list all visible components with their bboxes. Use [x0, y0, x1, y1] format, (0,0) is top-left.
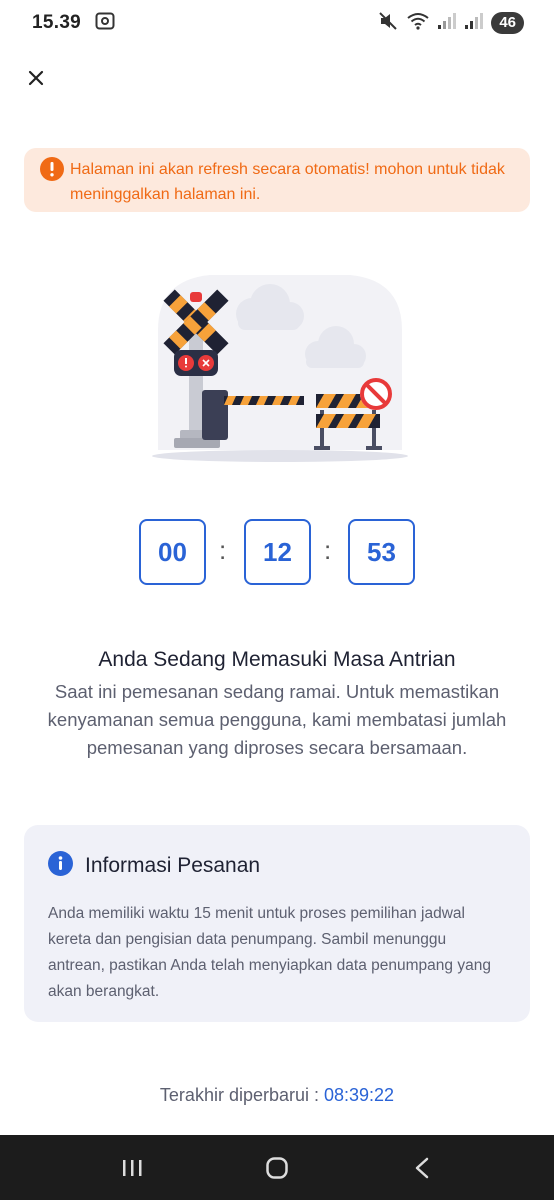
queue-countdown: 00 : 12 : 53 [0, 519, 554, 585]
screenshot-icon [95, 12, 115, 35]
recent-apps-button[interactable] [112, 1148, 152, 1188]
info-title: Informasi Pesanan [85, 854, 261, 877]
system-nav-bar [0, 1135, 554, 1200]
status-time: 15.39 [32, 12, 82, 33]
signal-icon [437, 12, 457, 35]
back-button[interactable] [402, 1148, 442, 1188]
last-updated-label: Terakhir diperbarui : [159, 1085, 324, 1105]
auto-refresh-alert: Halaman ini akan refresh secara otomatis… [24, 148, 530, 212]
info-icon [48, 851, 73, 881]
info-body: Anda memiliki waktu 15 menit untuk prose… [48, 905, 491, 1000]
railway-crossing-illustration [140, 270, 420, 470]
status-bar: 15.39 46 [0, 0, 554, 46]
timer-minutes: 12 [244, 519, 311, 585]
signal-icon-2 [464, 12, 484, 35]
order-info-card: Informasi Pesanan Anda memiliki waktu 15… [24, 825, 530, 1022]
last-updated: Terakhir diperbarui : 08:39:22 [0, 1085, 554, 1106]
close-icon [28, 70, 44, 86]
timer-separator: : [324, 535, 332, 565]
back-icon [415, 1157, 428, 1178]
home-button[interactable] [257, 1148, 297, 1188]
alert-icon [40, 157, 64, 181]
timer-hours: 00 [139, 519, 206, 585]
close-button[interactable] [22, 64, 50, 92]
queue-title: Anda Sedang Memasuki Masa Antrian [98, 648, 456, 671]
timer-separator: : [219, 535, 227, 565]
alert-message: Halaman ini akan refresh secara otomatis… [70, 161, 505, 203]
timer-seconds: 53 [348, 519, 415, 585]
queue-description: Saat ini pemesanan sedang ramai. Untuk m… [47, 681, 507, 758]
battery-indicator: 46 [491, 12, 524, 34]
mute-icon [379, 11, 399, 35]
last-updated-time: 08:39:22 [324, 1085, 395, 1105]
wifi-icon [406, 12, 430, 35]
home-icon [266, 1156, 288, 1179]
recent-apps-icon [123, 1159, 142, 1176]
